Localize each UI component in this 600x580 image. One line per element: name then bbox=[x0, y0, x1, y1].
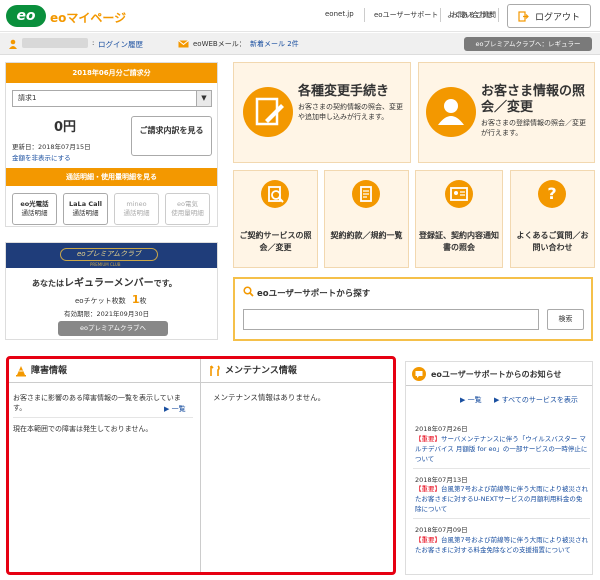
news-item-link[interactable]: 【重要】台風第7号および前線等に伴う大雨により被災されたお客さまに対する料金免除… bbox=[415, 535, 588, 555]
news-date: 2018年07月09日 bbox=[415, 526, 468, 534]
ticket-label: eoチケット枚数 bbox=[75, 297, 126, 305]
tile-registration-certificate-label: 登録証、契約内容通知書の照会 bbox=[419, 231, 499, 252]
tile-terms-list-label: 契約約款／規約一覧 bbox=[330, 231, 403, 240]
billing-amount: 0円 bbox=[54, 120, 77, 135]
search-button[interactable]: 検索 bbox=[547, 309, 584, 330]
service-name: mineo bbox=[126, 200, 147, 208]
tile-contract-services-label: ご契約サービスの照会／変更 bbox=[239, 231, 312, 252]
user-icon bbox=[9, 39, 17, 49]
tile-customer-desc: お客さまの登録情報の照会／変更が行えます。 bbox=[481, 119, 586, 137]
billing-detail-button[interactable]: ご請求内訳を見る bbox=[131, 116, 212, 156]
nav-user-support[interactable]: eoユーザーサポート bbox=[374, 10, 438, 20]
door-icon bbox=[518, 10, 529, 22]
member-prefix: あなたは bbox=[32, 279, 64, 288]
eo-logo[interactable]: eo bbox=[6, 5, 46, 27]
ticket-unit: 枚 bbox=[139, 297, 147, 305]
separator: : bbox=[92, 39, 95, 47]
person-icon bbox=[426, 87, 476, 137]
billing-select[interactable]: 請求1 bbox=[12, 90, 212, 107]
divider bbox=[413, 468, 590, 469]
logout-label: ログアウト bbox=[534, 12, 580, 23]
user-name: ●様 bbox=[22, 39, 36, 47]
tile-faq-contact-label: よくあるご質問／お問い合わせ bbox=[516, 231, 589, 252]
tile-change-title: 各種変更手続き bbox=[298, 84, 390, 99]
login-history-link[interactable]: ログイン履歴 bbox=[98, 39, 143, 50]
premium-club-status-button[interactable]: eoプレミアムクラブへ：レギュラー bbox=[464, 37, 592, 51]
member-rank: レギュラーメンバー bbox=[64, 278, 154, 289]
nav-contact[interactable]: お問い合わせ bbox=[451, 10, 493, 20]
divider bbox=[413, 518, 590, 519]
service-sub: 通話明細 bbox=[72, 209, 99, 217]
service-eo-phone-button[interactable]: eo光電話 通話明細 bbox=[12, 193, 57, 225]
chevron-down-icon[interactable]: ▼ bbox=[196, 91, 211, 106]
news-text: 台風第7号および前線等に伴う大雨により被災されたお客さまに対するU-NEXTサー… bbox=[415, 485, 589, 513]
service-mineo-button: mineo 通話明細 bbox=[114, 193, 159, 225]
service-name: LaLa Call bbox=[69, 200, 102, 208]
ticket-expiry: 有効期限：2021年09月30日 bbox=[64, 310, 150, 318]
service-name: eo電気 bbox=[177, 200, 198, 208]
news-text: サーバメンテナンスに伴う「ウイルスバスター マルチデバイス 月額版 for eo… bbox=[415, 435, 588, 463]
important-tag: 【重要】 bbox=[415, 435, 441, 443]
card-icon bbox=[445, 180, 473, 208]
webmail-label: eoWEBメール： bbox=[193, 40, 246, 48]
question-icon: ? bbox=[538, 180, 566, 208]
search-icon bbox=[243, 286, 254, 297]
site-title[interactable]: eoマイページ bbox=[50, 9, 126, 26]
service-lalacall-button[interactable]: LaLa Call 通話明細 bbox=[63, 193, 108, 225]
service-name: eo光電話 bbox=[20, 200, 49, 208]
member-rank-text: あなたはレギュラーメンバーです。 bbox=[32, 274, 177, 289]
ticket-row: eoチケット枚数 1枚 bbox=[75, 293, 146, 306]
pencil-icon bbox=[243, 87, 293, 137]
mail-icon bbox=[178, 40, 189, 48]
usage-title: 通話明細・使用量明細を見る bbox=[6, 168, 217, 186]
document-icon bbox=[352, 180, 380, 208]
logout-button[interactable]: ログアウト bbox=[507, 4, 591, 28]
news-item-link[interactable]: 【重要】サーバメンテナンスに伴う「ウイルスバスター マルチデバイス 月額版 fo… bbox=[415, 434, 588, 464]
important-tag: 【重要】 bbox=[415, 536, 441, 544]
nav-divider bbox=[498, 8, 499, 22]
nav-divider bbox=[440, 8, 441, 22]
service-sub: 通話明細 bbox=[123, 209, 150, 217]
highlight-frame bbox=[6, 356, 396, 575]
update-date: 更新日：2018年07月15日 bbox=[12, 143, 91, 151]
user-name-masked: ●様 bbox=[22, 38, 88, 48]
news-list-link[interactable]: ▶ 一覧 bbox=[460, 395, 482, 405]
important-tag: 【重要】 bbox=[415, 485, 441, 493]
news-list-label: 一覧 bbox=[467, 396, 482, 404]
news-title: eoユーザーサポートからのお知らせ bbox=[431, 370, 562, 379]
news-all-services-link[interactable]: ▶ すべてのサービスを表示 bbox=[494, 395, 578, 405]
billing-title: 2018年06月分ご請求分 bbox=[6, 63, 217, 83]
news-text: 台風第7号および前線等に伴う大雨により被災されたお客さまに対する料金免除などの支… bbox=[415, 536, 589, 554]
nav-divider bbox=[364, 8, 365, 22]
service-sub: 使用量明細 bbox=[171, 209, 204, 217]
news-date: 2018年07月13日 bbox=[415, 476, 468, 484]
search-title: eoユーザーサポートから探す bbox=[257, 289, 371, 299]
service-sub: 通話明細 bbox=[21, 209, 48, 217]
premium-club-button[interactable]: eoプレミアムクラブへ bbox=[58, 321, 168, 336]
nav-eonet[interactable]: eonet.jp bbox=[325, 10, 354, 18]
service-eo-denki-button: eo電気 使用量明細 bbox=[165, 193, 210, 225]
magnifier-icon bbox=[261, 180, 289, 208]
new-mail-link[interactable]: 新着メール 2件 bbox=[250, 39, 299, 49]
tile-change-desc: お客さまの契約情報の照会、変更や追加申し込みが行えます。 bbox=[298, 103, 403, 121]
speech-bubble-icon bbox=[412, 367, 426, 381]
news-header: eoユーザーサポートからのお知らせ bbox=[406, 362, 592, 386]
hide-amount-link[interactable]: 金額を非表示にする bbox=[12, 152, 71, 162]
premium-club-logo-sub: PREMIUM CLUB bbox=[90, 262, 121, 267]
news-all-services-label: すべてのサービスを表示 bbox=[501, 396, 578, 404]
member-suffix: です。 bbox=[153, 279, 177, 288]
premium-club-logo: eoプレミアムクラブ bbox=[60, 248, 158, 261]
tile-customer-title: お客さま情報の照会／変更 bbox=[481, 84, 586, 115]
news-item-link[interactable]: 【重要】台風第7号および前線等に伴う大雨により被災されたお客さまに対するU-NE… bbox=[415, 484, 588, 514]
news-date: 2018年07月26日 bbox=[415, 425, 468, 433]
search-input[interactable] bbox=[243, 309, 539, 330]
